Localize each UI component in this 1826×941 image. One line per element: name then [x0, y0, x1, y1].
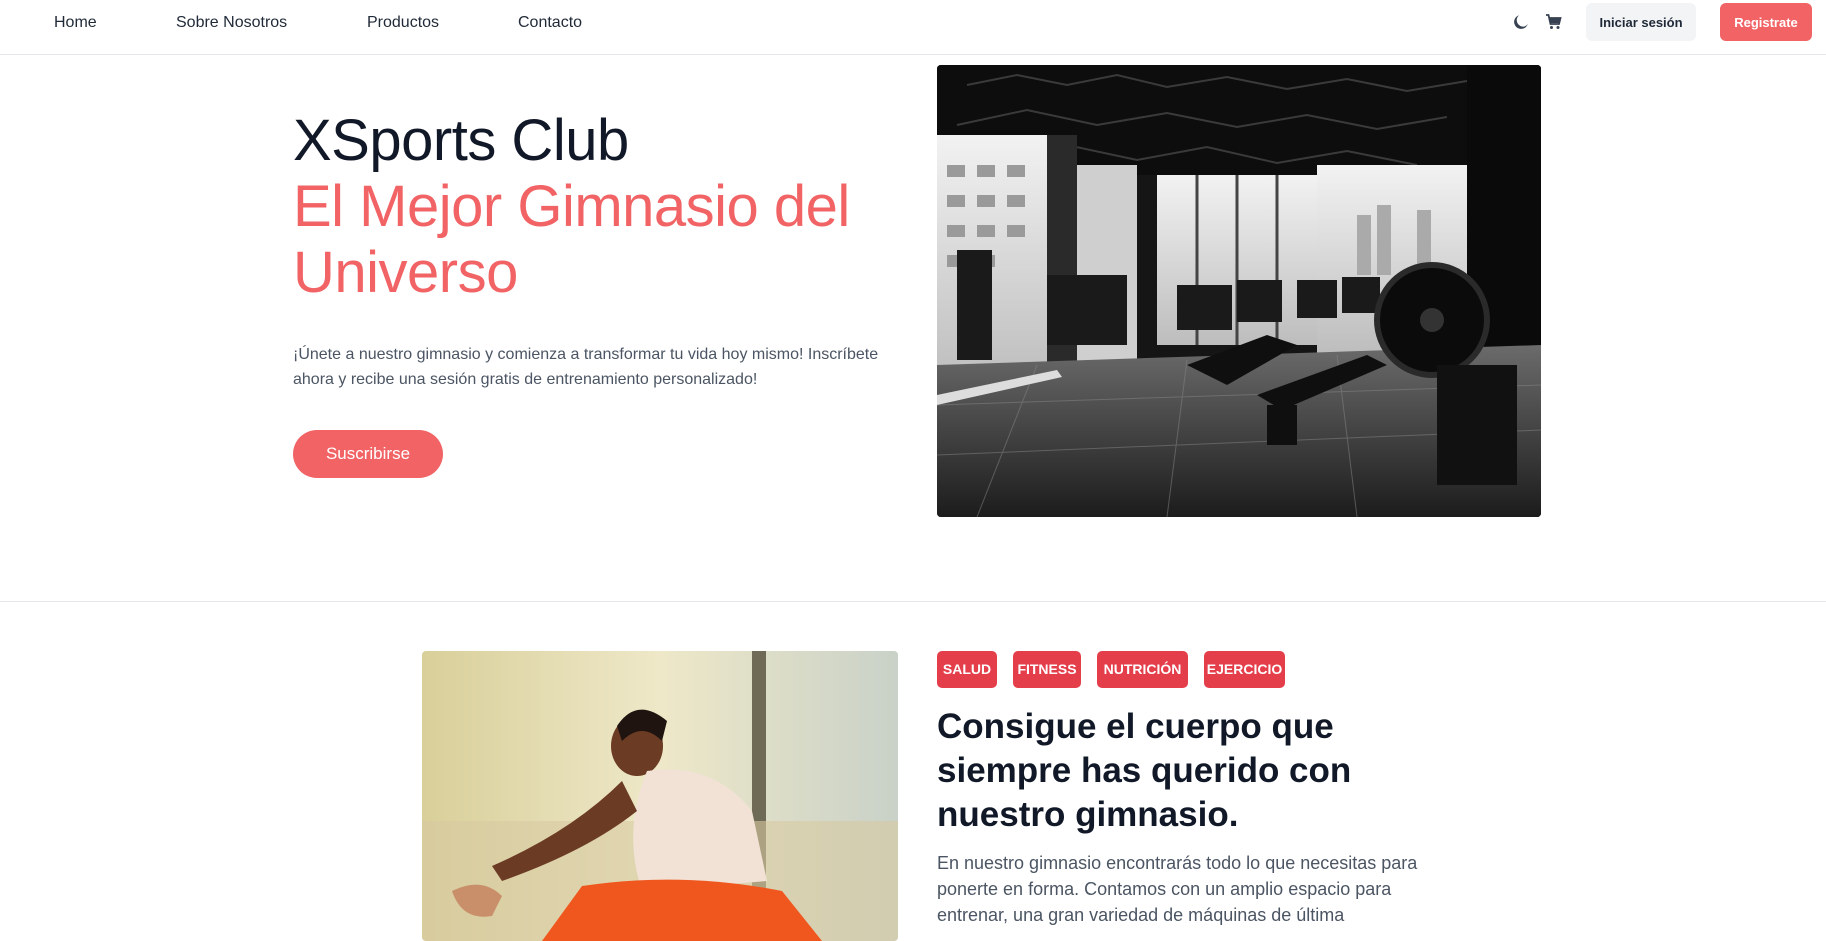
top-nav: Home Sobre Nosotros Productos Contacto I…	[0, 0, 1826, 55]
nav-link-home[interactable]: Home	[54, 13, 97, 33]
hero-title: XSports Club	[293, 108, 629, 173]
woman-stretching-image	[422, 651, 898, 941]
hero-description: ¡Únete a nuestro gimnasio y comienza a t…	[293, 346, 879, 388]
login-button[interactable]: Iniciar sesión	[1586, 3, 1696, 41]
subscribe-button[interactable]: Suscribirse	[293, 430, 443, 478]
tag-salud[interactable]: SALUD	[937, 651, 997, 688]
gym-interior-image	[937, 65, 1541, 517]
hero-subtitle: El Mejor Gimnasio del Universo	[293, 174, 850, 305]
register-button[interactable]: Registrate	[1720, 3, 1812, 41]
feature-description: En nuestro gimnasio encontrarás todo lo …	[937, 853, 1418, 925]
tag-fitness[interactable]: FITNESS	[1013, 651, 1081, 688]
moon-icon[interactable]	[1511, 12, 1531, 32]
hero-heading: XSports Club El Mejor Gimnasio del Unive…	[293, 108, 913, 306]
tag-nutricion[interactable]: NUTRICIÓN	[1097, 651, 1188, 688]
feature-heading: Consigue el cuerpo que siempre has queri…	[937, 707, 1352, 834]
nav-link-contact[interactable]: Contacto	[518, 13, 582, 33]
tag-ejercicio[interactable]: EJERCICIO	[1204, 651, 1285, 688]
section-divider	[0, 601, 1826, 602]
nav-link-products[interactable]: Productos	[367, 13, 439, 33]
cart-icon[interactable]	[1544, 12, 1564, 32]
nav-link-about[interactable]: Sobre Nosotros	[176, 13, 287, 33]
